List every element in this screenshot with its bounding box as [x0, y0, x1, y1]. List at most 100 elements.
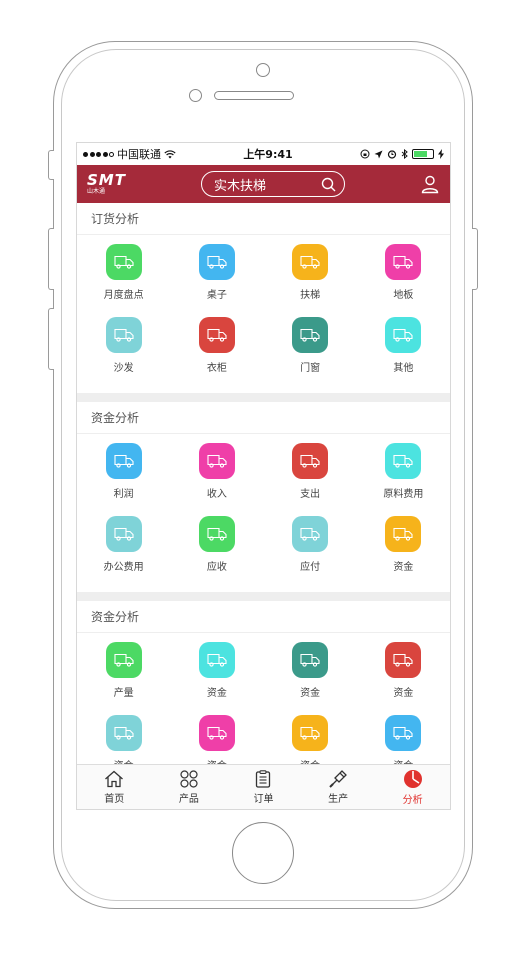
grid-item-label: 资金 — [300, 688, 321, 699]
alarm-icon — [387, 150, 397, 159]
grid-item[interactable]: 桌子 — [170, 244, 263, 317]
tab-production[interactable]: 生产 — [301, 765, 376, 809]
user-profile-icon[interactable] — [420, 174, 440, 194]
tab-label: 产品 — [178, 793, 199, 805]
location-icon — [374, 150, 383, 158]
grid-item[interactable]: 原料费用 — [357, 443, 450, 516]
analysis-icon — [403, 769, 422, 788]
battery-icon — [412, 149, 434, 159]
grid-item-label: 收入 — [206, 489, 227, 500]
app-logo[interactable]: SMT 山木通 — [87, 173, 126, 195]
status-bar: 中国联通 上午9:41 — [77, 143, 450, 165]
grid-item[interactable]: 其他 — [357, 317, 450, 390]
analysis-section: 资金分析产量资金资金资金资金资金资金资金 — [77, 601, 450, 791]
truck-icon — [105, 642, 142, 678]
volume-up-button — [48, 228, 54, 290]
top-nav-bar: SMT 山木通 实木扶梯 — [77, 165, 450, 203]
logo-text: SMT — [87, 171, 126, 189]
grid-item[interactable]: 资金 — [170, 642, 263, 715]
grid-item[interactable]: 办公费用 — [77, 516, 170, 589]
wifi-icon — [164, 149, 176, 158]
grid-item-label: 应收 — [206, 562, 227, 573]
products-icon — [180, 769, 198, 788]
tab-orders[interactable]: 订单 — [226, 765, 301, 809]
grid-item[interactable]: 收入 — [170, 443, 263, 516]
grid-item-label: 桌子 — [206, 290, 227, 301]
grid-item[interactable]: 门窗 — [264, 317, 357, 390]
section-title: 资金分析 — [77, 402, 450, 434]
analysis-section: 订货分析月度盘点 桌子 扶梯 地板沙发 衣柜 门窗 其他 — [77, 203, 450, 393]
truck-icon — [105, 317, 142, 353]
grid-item[interactable]: 资金 — [264, 642, 357, 715]
grid-item[interactable]: 支出 — [264, 443, 357, 516]
proximity-sensor — [189, 89, 202, 102]
grid-item-label: 办公费用 — [103, 562, 144, 573]
truck-icon — [198, 244, 235, 280]
bottom-tab-bar: 首页 产品 订单 生产 分析 — [77, 764, 450, 809]
grid-item-label: 衣柜 — [206, 363, 227, 374]
grid-item-label: 产量 — [113, 688, 134, 699]
truck-icon — [292, 516, 329, 552]
truck-icon — [292, 244, 329, 280]
home-icon — [105, 770, 124, 787]
section-title: 订货分析 — [77, 203, 450, 235]
grid-item-label: 沙发 — [113, 363, 134, 374]
truck-icon — [385, 244, 422, 280]
tab-analysis[interactable]: 分析 — [375, 765, 450, 809]
truck-icon — [198, 317, 235, 353]
analysis-sections: 订货分析 月度盘点 桌子 扶梯 地板 沙发 衣柜 门窗 其他 资金分析 利润 收入 支出 原料费用 办公费用… — [77, 203, 450, 791]
truck-icon — [105, 244, 142, 280]
tab-label: 生产 — [328, 793, 349, 805]
grid-item-label: 支出 — [300, 489, 321, 500]
grid-item[interactable]: 地板 — [357, 244, 450, 317]
grid-item[interactable]: 资金 — [357, 516, 450, 589]
search-icon[interactable] — [321, 177, 336, 192]
truck-icon — [198, 516, 235, 552]
grid-item-label: 原料费用 — [383, 489, 424, 500]
tab-products[interactable]: 产品 — [152, 765, 227, 809]
section-title: 资金分析 — [77, 601, 450, 633]
grid-item-label: 门窗 — [300, 363, 321, 374]
tab-label: 订单 — [253, 793, 274, 805]
truck-icon — [105, 715, 142, 751]
grid-item-label: 地板 — [393, 290, 414, 301]
mute-switch — [48, 150, 54, 180]
grid-item[interactable]: 扶梯 — [264, 244, 357, 317]
truck-icon — [198, 642, 235, 678]
grid-item[interactable]: 产量 — [77, 642, 170, 715]
grid-item-label: 月度盘点 — [103, 290, 144, 301]
production-icon — [329, 769, 347, 788]
truck-icon — [292, 443, 329, 479]
grid-item[interactable]: 沙发 — [77, 317, 170, 390]
grid-item-label: 应付 — [300, 562, 321, 573]
grid-item[interactable]: 资金 — [357, 642, 450, 715]
grid-item[interactable]: 应收 — [170, 516, 263, 589]
grid-item[interactable]: 月度盘点 — [77, 244, 170, 317]
app-screen: 中国联通 上午9:41 SMT 山木通 实木扶梯 订货分析 月度盘点 桌子 扶梯… — [76, 142, 451, 810]
grid-item-label: 资金 — [393, 562, 414, 573]
truck-icon — [292, 317, 329, 353]
grid-item[interactable]: 应付 — [264, 516, 357, 589]
volume-down-button — [48, 308, 54, 370]
tab-label: 分析 — [402, 794, 423, 806]
charging-icon — [438, 149, 444, 159]
truck-icon — [292, 642, 329, 678]
tab-home[interactable]: 首页 — [77, 765, 152, 809]
truck-icon — [385, 317, 422, 353]
grid-item-label: 利润 — [113, 489, 134, 500]
truck-icon — [385, 642, 422, 678]
grid-item[interactable]: 利润 — [77, 443, 170, 516]
truck-icon — [105, 516, 142, 552]
power-button — [472, 228, 478, 290]
section-divider — [77, 393, 450, 402]
search-input[interactable]: 实木扶梯 — [200, 171, 345, 197]
front-camera — [256, 63, 270, 77]
home-button[interactable] — [232, 822, 294, 884]
grid-item[interactable]: 衣柜 — [170, 317, 263, 390]
truck-icon — [105, 443, 142, 479]
tab-label: 首页 — [104, 793, 125, 805]
truck-icon — [198, 715, 235, 751]
section-divider — [77, 592, 450, 601]
grid-item-label: 扶梯 — [300, 290, 321, 301]
logo-subtext: 山木通 — [87, 188, 106, 195]
